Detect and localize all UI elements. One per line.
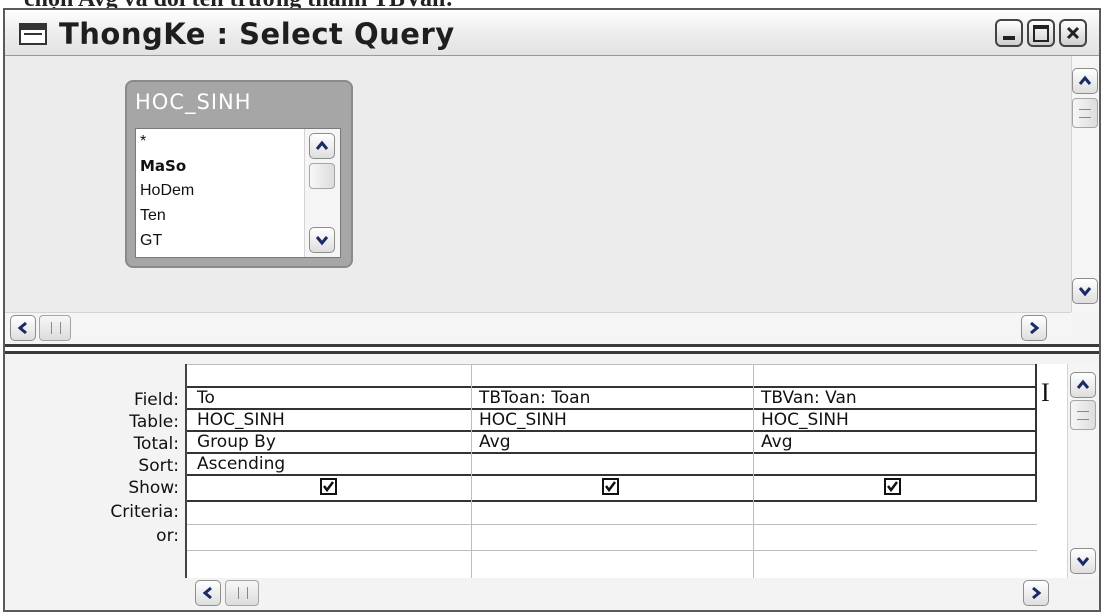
table-pane[interactable]: HOC_SINH * MaSo HoDem Ten GT <box>5 56 1071 312</box>
table-pane-scroll-down[interactable] <box>1072 278 1098 304</box>
grid-cell-sort-1[interactable]: Ascending <box>197 454 285 474</box>
row-label-or: or: <box>156 526 179 546</box>
grid-cell-field-1[interactable]: To <box>197 388 215 408</box>
field-item-hodem[interactable]: HoDem <box>140 182 194 200</box>
query-design-window: ThongKe : Select Query HOC_SINH * MaSo H… <box>3 8 1101 612</box>
field-list-scroll-thumb[interactable] <box>309 163 335 189</box>
field-item-maso[interactable]: MaSo <box>140 157 186 175</box>
chevron-up-icon <box>1076 379 1090 389</box>
grid-cell-field-2[interactable]: TBToan: Toan <box>479 388 590 408</box>
field-item-gt[interactable]: GT <box>140 232 162 250</box>
field-item-all[interactable]: * <box>140 133 146 151</box>
title-bar[interactable]: ThongKe : Select Query <box>5 10 1099 56</box>
chevron-right-icon <box>1030 321 1040 335</box>
show-checkbox-3[interactable] <box>884 478 901 495</box>
grid-line <box>753 364 754 578</box>
checkmark-icon <box>323 481 334 493</box>
chevron-up-icon <box>1078 75 1092 85</box>
table-pane-scroll-up[interactable] <box>1072 68 1098 94</box>
grid-cell-total-3[interactable]: Avg <box>761 432 793 452</box>
row-label-total: Total: <box>133 434 179 454</box>
design-grid-scroll-right[interactable] <box>1023 580 1049 606</box>
grid-line <box>1035 364 1037 500</box>
text-cursor-icon: I <box>1041 378 1050 407</box>
field-list-scroll-up[interactable] <box>309 133 335 159</box>
row-label-sort: Sort: <box>138 456 179 476</box>
design-grid-pane[interactable]: Field: Table: Total: Sort: Show: Criteri… <box>5 354 1099 610</box>
design-grid-hscroll-thumb[interactable] <box>225 580 259 606</box>
grid-cell-total-2[interactable]: Avg <box>479 432 511 452</box>
design-grid-scroll-left[interactable] <box>195 580 221 606</box>
design-grid-scroll-up[interactable] <box>1070 372 1096 398</box>
chevron-down-icon <box>315 236 329 246</box>
design-grid-vscrollbar[interactable] <box>1067 364 1099 578</box>
field-list-hoc-sinh[interactable]: HOC_SINH * MaSo HoDem Ten GT <box>125 80 353 268</box>
window-title: ThongKe : Select Query <box>59 17 455 51</box>
grid-line <box>187 408 1037 410</box>
design-grid-scroll-down[interactable] <box>1070 548 1096 574</box>
grid-line <box>187 500 1037 502</box>
chevron-left-icon <box>17 321 27 335</box>
show-checkbox-1[interactable] <box>320 478 337 495</box>
grid-cell-table-2[interactable]: HOC_SINH <box>479 410 567 430</box>
grid-line <box>187 386 1037 388</box>
field-list-scrollbar[interactable] <box>304 129 340 257</box>
grid-line <box>187 452 1037 454</box>
maximize-button[interactable] <box>1027 19 1055 47</box>
grid-cell-table-3[interactable]: HOC_SINH <box>761 410 849 430</box>
grid-line <box>187 524 1037 525</box>
chevron-down-icon <box>1078 287 1092 297</box>
row-label-criteria: Criteria: <box>110 502 179 522</box>
row-label-field: Field: <box>134 390 179 410</box>
grid-line <box>471 364 472 578</box>
chevron-down-icon <box>1076 557 1090 567</box>
design-grid-vscroll-thumb[interactable] <box>1070 400 1096 430</box>
table-pane-scroll-right[interactable] <box>1021 315 1047 341</box>
grid-line <box>187 364 1037 365</box>
row-label-table: Table: <box>129 412 179 432</box>
field-list-title[interactable]: HOC_SINH <box>135 90 252 114</box>
query-design-icon <box>19 23 47 45</box>
field-list-items[interactable]: * MaSo HoDem Ten GT <box>135 128 341 258</box>
table-pane-hscrollbar[interactable] <box>5 312 1071 342</box>
chevron-left-icon <box>202 586 212 600</box>
table-pane-vscroll-thumb[interactable] <box>1072 98 1098 128</box>
checkmark-icon <box>605 481 616 493</box>
design-grid[interactable]: To HOC_SINH Group By Ascending TBToan: T… <box>185 364 1067 578</box>
table-pane-scroll-left[interactable] <box>10 315 36 341</box>
minimize-button[interactable] <box>995 19 1023 47</box>
show-checkbox-2[interactable] <box>602 478 619 495</box>
grid-cell-total-1[interactable]: Group By <box>197 432 276 452</box>
grid-cell-field-3[interactable]: TBVan: Van <box>761 388 857 408</box>
pane-splitter[interactable] <box>5 344 1099 354</box>
chevron-up-icon <box>315 140 329 150</box>
design-grid-hscrollbar[interactable] <box>187 578 1067 608</box>
close-icon <box>1066 26 1080 40</box>
checkmark-icon <box>887 481 898 493</box>
grid-line <box>187 474 1037 476</box>
grid-line <box>187 550 1037 551</box>
field-item-ten[interactable]: Ten <box>140 207 166 225</box>
grid-line <box>187 430 1037 432</box>
row-label-show: Show: <box>128 478 179 498</box>
table-pane-hscroll-thumb[interactable] <box>39 315 71 341</box>
field-list-scroll-down[interactable] <box>309 227 335 253</box>
table-pane-vscrollbar[interactable] <box>1071 56 1099 312</box>
grid-cell-table-1[interactable]: HOC_SINH <box>197 410 285 430</box>
chevron-right-icon <box>1032 586 1042 600</box>
close-button[interactable] <box>1059 19 1087 47</box>
